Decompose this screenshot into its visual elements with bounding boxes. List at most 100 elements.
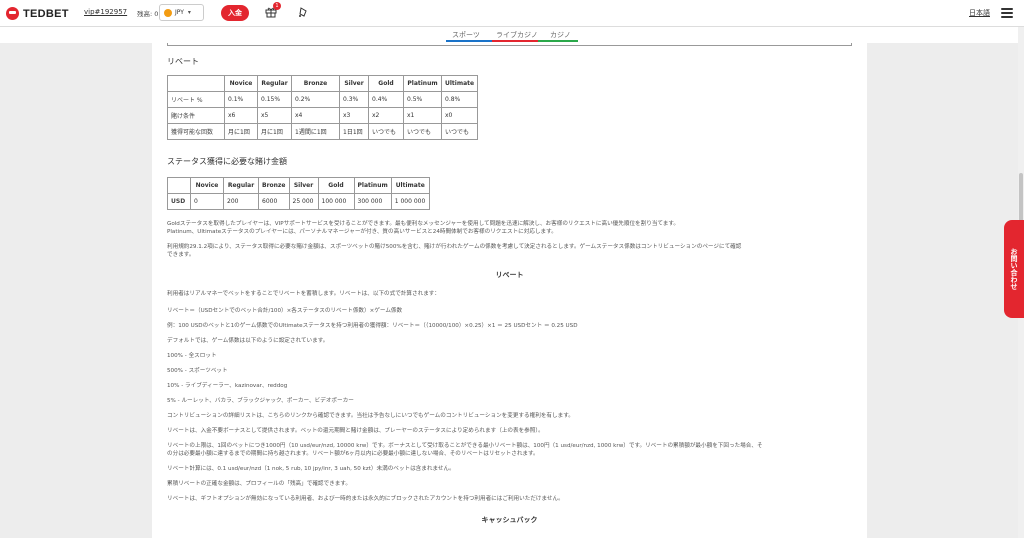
table-cell: x1 [403, 107, 442, 124]
category-nav: スポーツ ライブカジノ カジノ [0, 27, 1024, 43]
coefficient-table-games: 5% - ルーレット、バカラ、ブラックジャック、ポーカー、ビデオポーカー [167, 398, 354, 404]
rebate-details-title: リベート [495, 270, 524, 279]
table-cell: 0.8% [440, 91, 479, 108]
rebate-paragraph: リベートは、入金不要ボーナスとして提供されます。ベットの還元期間と賭け金額は、プ… [167, 428, 544, 434]
rebate-limit-paragraph: リベートの上限は、1回のベットにつき1000円（10 usd/eur/nzd, … [167, 443, 763, 449]
table-row: 獲得可能な回数 月に1回 月に1回 1週間に1回 1日1回 いつでも いつでも … [167, 123, 479, 140]
table-cell: いつでも [440, 123, 479, 140]
table-cell: 200 [223, 193, 259, 210]
table-cell: 0.1% [224, 91, 258, 108]
previous-table-edge [167, 43, 852, 46]
table-header: Gold [368, 75, 404, 92]
currency-value: JPY [175, 9, 184, 16]
table-header: Silver [339, 75, 369, 92]
table-header [167, 177, 191, 194]
table-cell: 300 000 [353, 193, 392, 210]
table-header-row: Novice Regular Bronze Silver Gold Platin… [167, 75, 479, 92]
tab-sports-underline [446, 40, 492, 42]
table-header: Bronze [291, 75, 340, 92]
gold-vip-note: Goldステータスを取得したプレイヤーは、VIPサポートサービスを受けることがで… [167, 221, 679, 227]
table-cell: いつでも [403, 123, 442, 140]
table-row: リベート % 0.1% 0.15% 0.2% 0.3% 0.4% 0.5% 0.… [167, 91, 479, 108]
table-header: Regular [257, 75, 292, 92]
gift-badge: 1 [273, 2, 281, 10]
rebate-paragraph: 利用者はリアルマネーでベットをすることでリベートを蓄積します。リベートは、以下の… [167, 291, 440, 297]
status-table-title: ステータス獲得に必要な賭け金額 [167, 157, 287, 166]
rebate-table: Novice Regular Bronze Silver Gold Platin… [167, 75, 479, 140]
table-cell: x4 [291, 107, 340, 124]
table-header: Gold [317, 177, 355, 194]
rebate-paragraph: リベートは、ギフトオプションが無効になっている利用者、および一時的または永久的に… [167, 496, 564, 502]
contribution-link-paragraph[interactable]: コントリビューションの詳細リストは、こちらのリンクから確認できます。当社は予告な… [167, 412, 857, 420]
tab-casino-underline [538, 40, 578, 42]
table-header: Platinum [353, 177, 392, 194]
table-cell: 100 000 [317, 193, 355, 210]
terms-note-continued: できます。 [167, 252, 195, 258]
table-cell: リベート % [167, 91, 225, 108]
rebate-paragraph: 累積リベートの正確な金額は、プロフィールの「残高」で確認できます。 [167, 481, 351, 487]
tab-live-casino-underline [492, 40, 538, 42]
table-cell: 0 [190, 193, 224, 210]
tab-live-casino[interactable]: ライブカジノ [496, 30, 538, 40]
coefficient-sports: 500% - スポーツベット [167, 368, 228, 374]
deposit-button[interactable]: 入金 [221, 5, 249, 21]
language-selector[interactable]: 日本語 [969, 8, 990, 18]
table-header: Ultimate [440, 75, 479, 92]
terms-note: 利用規約29.1.2項により、ステータス取得に必要な賭け金額は、スポーツベットの… [167, 244, 742, 250]
menu-icon[interactable] [1001, 8, 1013, 18]
status-wager-table: Novice Regular Bronze Silver Gold Platin… [167, 177, 430, 210]
table-cell: x3 [339, 107, 369, 124]
chevron-down-icon: ▾ [187, 9, 191, 16]
table-cell: 0.3% [339, 91, 369, 108]
table-header: Novice [224, 75, 258, 92]
coin-icon [164, 8, 172, 17]
table-cell: 1 000 000 [390, 193, 430, 210]
brand-name: TEDBET [23, 7, 69, 20]
coefficient-slots: 100% - 全スロット [167, 353, 217, 359]
table-cell: 0.5% [403, 91, 442, 108]
table-row: USD 0 200 6000 25 000 100 000 300 000 1 … [167, 193, 430, 210]
balance-label: 残高: 0 [137, 10, 159, 18]
table-header: Platinum [403, 75, 442, 92]
table-cell: 1週間に1回 [291, 123, 340, 140]
table-cell: 0.15% [257, 91, 292, 108]
table-header: Bronze [258, 177, 290, 194]
table-cell: 25 000 [288, 193, 319, 210]
table-cell: 6000 [258, 193, 290, 210]
table-cell: 賭け条件 [167, 107, 225, 124]
table-cell: USD [167, 193, 191, 210]
platinum-vip-note: Platinum、Ultimateステータスのプレイヤーには、パーソナルマネージ… [167, 229, 557, 235]
rebate-limit-paragraph-continued: の分は必要最小額に達するまでの期間に持ち越されます。リベート額が6ヶ月以内に必要… [167, 451, 539, 457]
notification-bell-icon[interactable] [297, 6, 309, 18]
table-cell: 1日1回 [339, 123, 369, 140]
cashback-title: キャッシュバック [481, 515, 538, 524]
table-row: 賭け条件 x6 x5 x4 x3 x2 x1 x0 [167, 107, 479, 124]
table-header: Novice [190, 177, 224, 194]
tab-casino[interactable]: カジノ [550, 30, 571, 40]
rebate-paragraph: デフォルトでは、ゲーム係数は以下のように設定されています。 [167, 338, 329, 344]
table-cell: 0.2% [291, 91, 340, 108]
rebate-example: 例：100 USDのベットと1のゲーム係数でのUltimateステータスを持つ利… [167, 323, 578, 329]
table-header [167, 75, 225, 92]
table-cell: x2 [368, 107, 404, 124]
logo-mark-icon [6, 7, 19, 20]
table-header: Regular [223, 177, 259, 194]
contact-us-tab[interactable]: お問い合わせ [1004, 220, 1024, 318]
coefficient-live-dealer: 10% - ライブディーラー、kazinovar、reddog [167, 383, 288, 389]
table-cell: x0 [440, 107, 479, 124]
rebate-paragraph: リベート計算には、0.1 usd/eur/nzd（1 nok, 5 rub, 1… [167, 466, 455, 472]
table-header: Ultimate [390, 177, 430, 194]
rebate-formula: リベート＝（USDセントでのベット合計/100）×各ステータスのリベート係数）×… [167, 308, 403, 314]
table-cell: いつでも [368, 123, 404, 140]
table-cell: 獲得可能な回数 [167, 123, 225, 140]
brand-logo[interactable]: TEDBET [6, 7, 69, 20]
table-cell: x5 [257, 107, 292, 124]
user-id-link[interactable]: vip#192957 [84, 8, 127, 16]
table-header: Silver [288, 177, 319, 194]
rebate-table-title: リベート [167, 57, 199, 66]
table-header-row: Novice Regular Bronze Silver Gold Platin… [167, 177, 430, 194]
table-cell: 0.4% [368, 91, 404, 108]
table-cell: x6 [224, 107, 258, 124]
currency-select[interactable]: JPY ▾ [159, 4, 204, 21]
tab-sports[interactable]: スポーツ [452, 30, 480, 40]
